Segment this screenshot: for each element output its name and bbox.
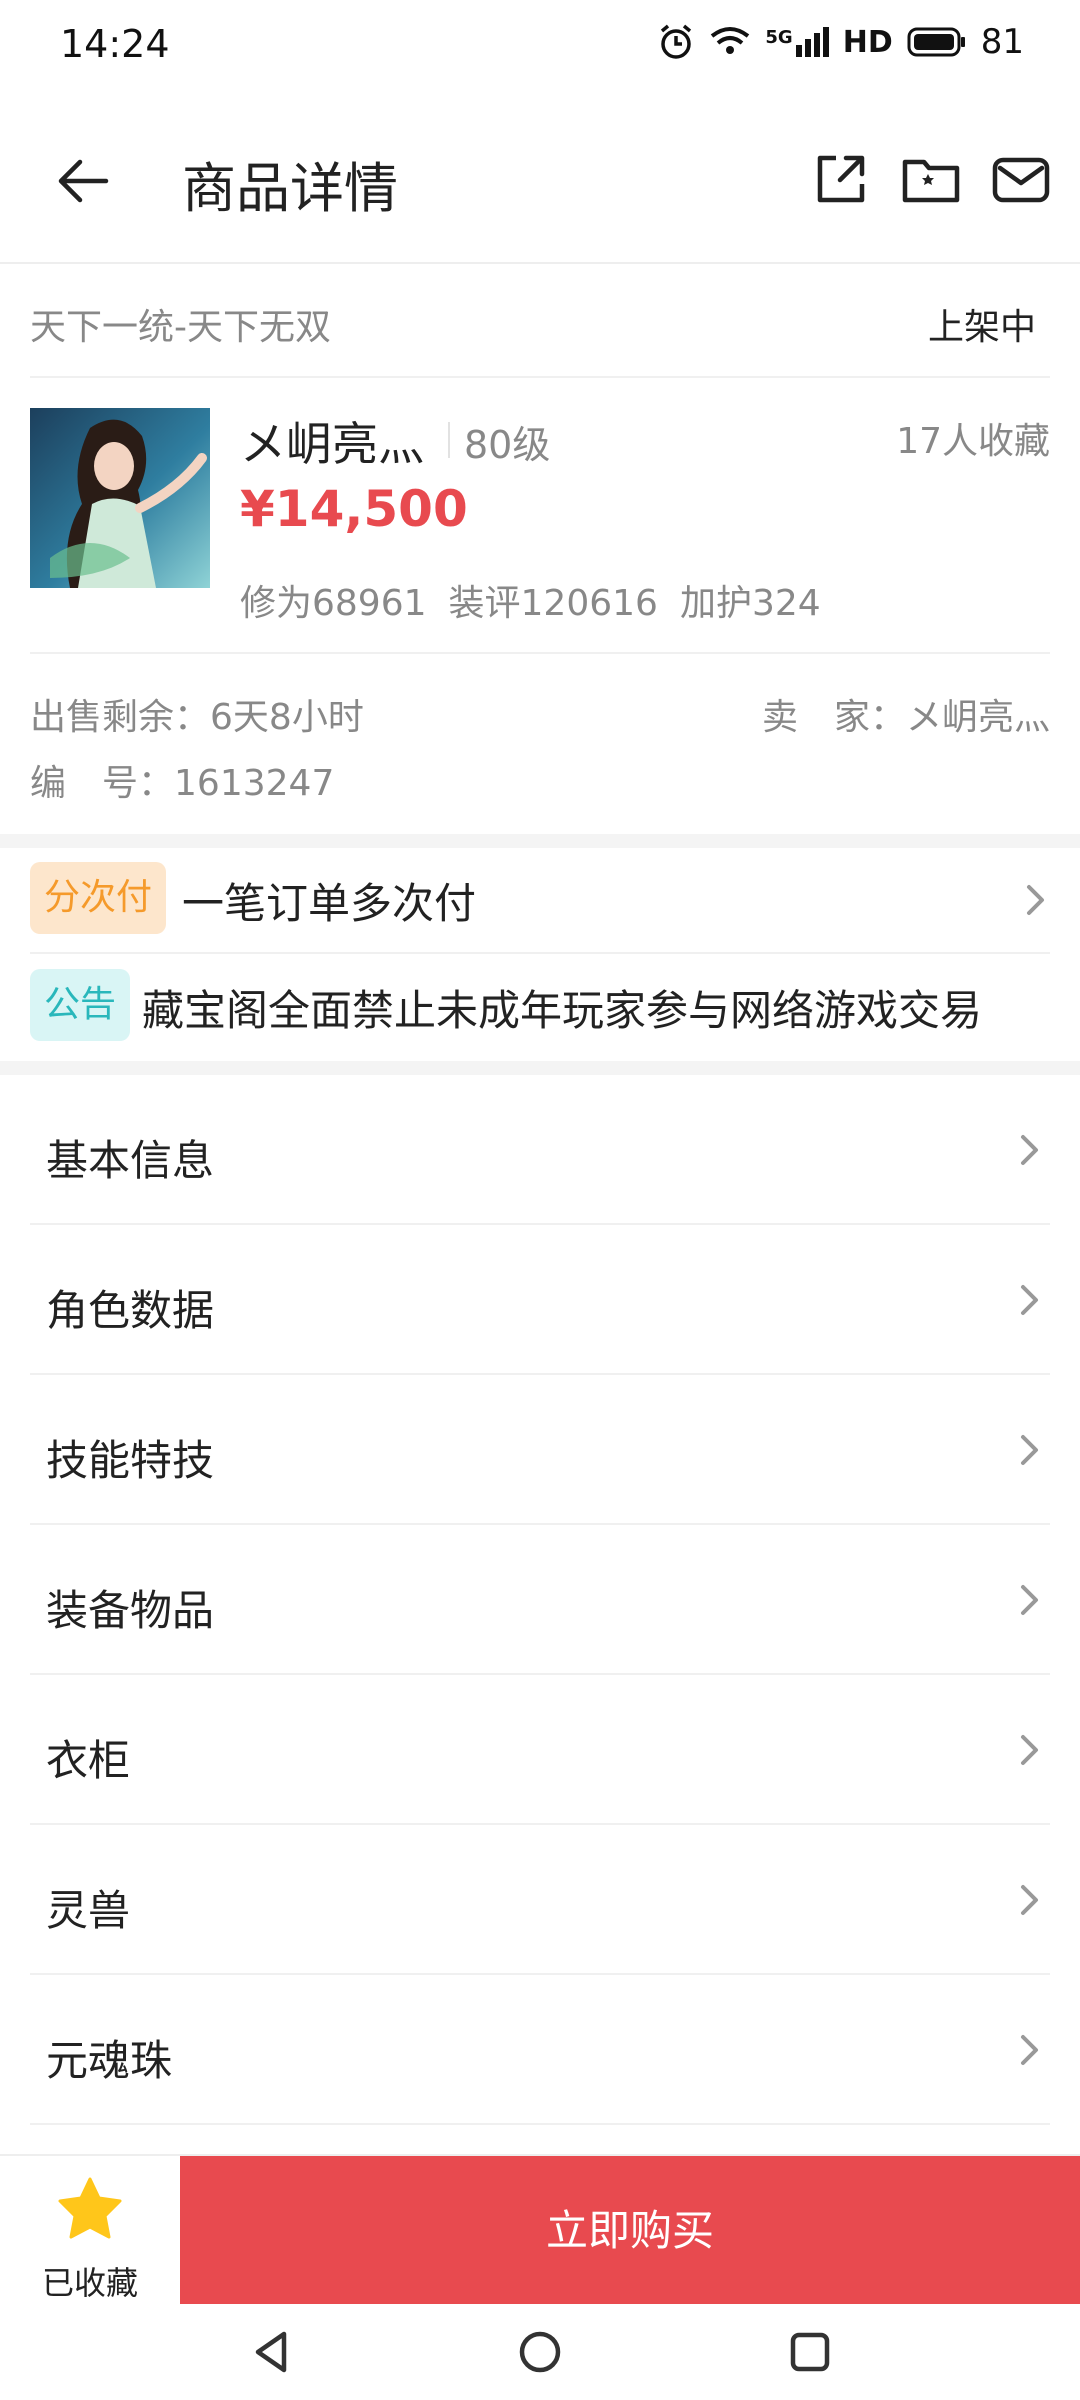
listing-status: 上架中 [927,307,1036,348]
stat-cultivation: 修为68961 [240,583,427,624]
announcement-notice[interactable]: 公告 藏宝阁全面禁止未成年玩家参与网络游戏交易 [30,955,1050,1061]
character-stats: 修为68961 装评120616 加护324 [240,574,821,626]
menu-item-equipment[interactable]: 装备物品 [30,1525,1050,1675]
status-time: 14:24 [60,22,170,66]
installment-badge: 分次付 [30,862,167,934]
chevron-right-icon [1021,1885,1038,1915]
star-icon [58,2177,122,2239]
time-left: 出售剩余：6天8小时 [30,688,364,740]
menu-item-label: 元魂珠 [46,2036,173,2085]
chevron-right-icon [1021,2035,1038,2065]
character-avatar[interactable] [30,408,210,588]
name-divider [448,422,450,458]
time-left-value: 6天8小时 [210,697,364,738]
section-divider [0,834,1080,848]
app-header: 商品详情 [0,96,1080,264]
listing-topbar: 天下一统-天下无双 上架中 [30,264,1050,378]
game-server-name: 天下一统-天下无双 [30,307,331,348]
page-title: 商品详情 [182,157,398,220]
network-type: 5G [765,27,793,48]
listing-meta: 出售剩余：6天8小时 卖 家：メ岄亮灬 编 号：1613247 [30,654,1050,834]
chevron-right-icon [1021,1285,1038,1315]
favorite-folder-icon[interactable] [900,148,962,210]
system-nav-bar [0,2304,1080,2400]
character-level: 80级 [464,423,551,467]
bottom-action-bar: 已收藏 立即购买 [0,2154,1080,2306]
menu-item-soul-orb[interactable]: 元魂珠 [30,1975,1050,2125]
nav-recents-icon[interactable] [784,2326,836,2378]
installment-notice[interactable]: 分次付 一笔订单多次付 [30,848,1050,954]
menu-item-label: 装备物品 [46,1586,215,1635]
product-summary: メ岄亮灬 80级 17人收藏 ¥14,500 修为68961 装评120616 … [30,378,1050,654]
announcement-badge: 公告 [30,969,131,1041]
menu-item-label: 衣柜 [46,1736,131,1785]
chevron-right-icon [1021,1585,1038,1615]
chevron-right-icon [1021,1435,1038,1465]
menu-item-character-data[interactable]: 角色数据 [30,1225,1050,1375]
character-name: メ岄亮灬 [240,417,424,471]
nav-home-icon[interactable] [514,2326,566,2378]
favorite-label: 已收藏 [41,2264,138,2302]
chevron-right-icon [1021,1735,1038,1765]
hd-indicator: HD [842,24,893,60]
battery-icon [907,27,965,57]
mail-icon[interactable] [990,148,1052,210]
menu-item-wardrobe[interactable]: 衣柜 [30,1675,1050,1825]
menu-item-spirit-beast[interactable]: 灵兽 [30,1825,1050,1975]
menu-item-skills[interactable]: 技能特技 [30,1375,1050,1525]
menu-item-label: 角色数据 [46,1286,215,1335]
menu-item-label: 灵兽 [46,1886,131,1935]
back-arrow-icon[interactable] [50,146,120,216]
listing-id: 编 号：1613247 [30,754,334,806]
alarm-icon [661,24,692,59]
price: ¥14,500 [240,480,468,538]
installment-text: 一笔订单多次付 [182,879,477,928]
detail-menu: 基本信息 角色数据 技能特技 装备物品 衣柜 灵兽 元魂珠 [0,1075,1080,2125]
announcement-text: 藏宝阁全面禁止未成年玩家参与网络游戏交易 [142,986,983,1035]
share-icon[interactable] [810,148,872,210]
time-left-label: 出售剩余： [30,697,211,738]
section-divider [0,1061,1080,1075]
menu-item-label: 技能特技 [46,1436,215,1485]
stat-protection: 加护324 [679,583,821,624]
buy-now-button[interactable]: 立即购买 [180,2156,1080,2306]
favorite-count: 17人收藏 [896,421,1050,462]
chevron-right-icon [1021,1135,1038,1165]
status-icons: 5G HD 81 [657,22,1024,62]
chevron-right-icon [1027,885,1044,915]
signal-icon: 5G [765,27,829,57]
seller-name[interactable]: メ岄亮灬 [906,697,1050,738]
nav-back-icon[interactable] [246,2326,298,2378]
listing-id-value: 1613247 [174,763,335,804]
status-bar: 14:24 5G HD 81 [0,0,1080,96]
battery-level: 81 [980,22,1024,62]
menu-item-label: 基本信息 [46,1136,215,1185]
menu-item-basic-info[interactable]: 基本信息 [30,1075,1050,1225]
stat-gear-score: 装评120616 [448,583,658,624]
wifi-icon [711,27,750,54]
listing-id-label: 编 号： [30,763,175,804]
seller[interactable]: 卖 家：メ岄亮灬 [762,688,1050,740]
favorite-button[interactable]: 已收藏 [0,2156,180,2306]
seller-label: 卖 家： [761,697,906,738]
